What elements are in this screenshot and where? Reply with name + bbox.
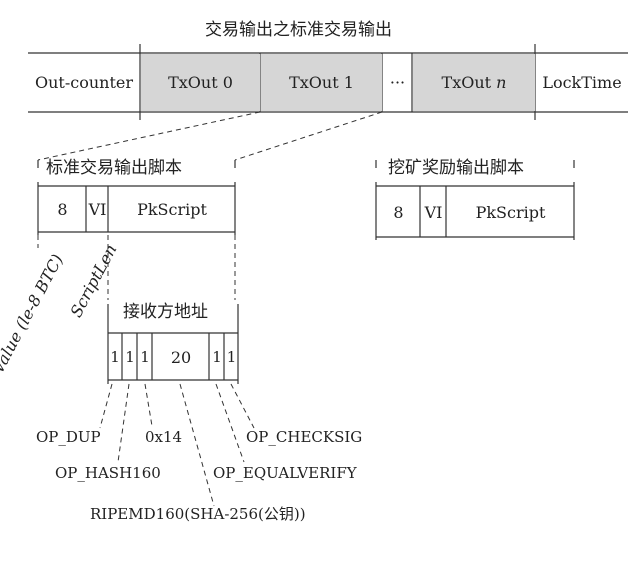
recv-field-checksig: 1 <box>226 348 237 366</box>
ellipsis-cell: ··· <box>389 73 406 92</box>
out-counter-cell: Out-counter <box>34 73 133 92</box>
mine-script-title: 挖矿奖励输出脚本 <box>388 158 524 178</box>
recv-field-equalverify: 1 <box>212 348 222 366</box>
recv-field-op-dup: 1 <box>110 348 120 366</box>
op-dup-label: OP_DUP <box>36 428 101 446</box>
locktime-cell: LockTime <box>542 73 622 92</box>
op-hash160-label: OP_HASH160 <box>55 464 161 482</box>
std-script-title: 标准交易输出脚本 <box>46 158 182 178</box>
recv-field-push: 1 <box>140 348 150 366</box>
txout-n-index: n <box>496 73 507 92</box>
recv-address-title: 接收方地址 <box>123 302 208 322</box>
op-checksig-label: OP_CHECKSIG <box>246 428 363 446</box>
txout-n-cell: TxOut n <box>413 54 535 111</box>
txout-1-cell: TxOut 1 <box>261 54 382 111</box>
mine-pkscript-cell: PkScript <box>475 202 546 222</box>
txout-0-cell: TxOut 0 <box>141 54 260 111</box>
ripemd-sha256-label: RIPEMD160(SHA-256(公钥)) <box>90 505 306 523</box>
txout-n-label: TxOut <box>441 73 492 92</box>
op-equalverify-label: OP_EQUALVERIFY <box>213 464 357 482</box>
push-0x14-label: 0x14 <box>145 428 183 446</box>
std-value-cell: 8 <box>57 200 68 219</box>
std-pkscript-cell: PkScript <box>137 200 207 219</box>
recv-field-hash: 20 <box>170 347 192 367</box>
diagram-title: 交易输出之标准交易输出 <box>205 20 392 40</box>
mine-vi-cell: VI <box>424 202 443 222</box>
recv-field-op-hash160: 1 <box>125 348 135 366</box>
mine-value-cell: 8 <box>393 202 404 222</box>
std-vi-cell: VI <box>88 200 107 219</box>
